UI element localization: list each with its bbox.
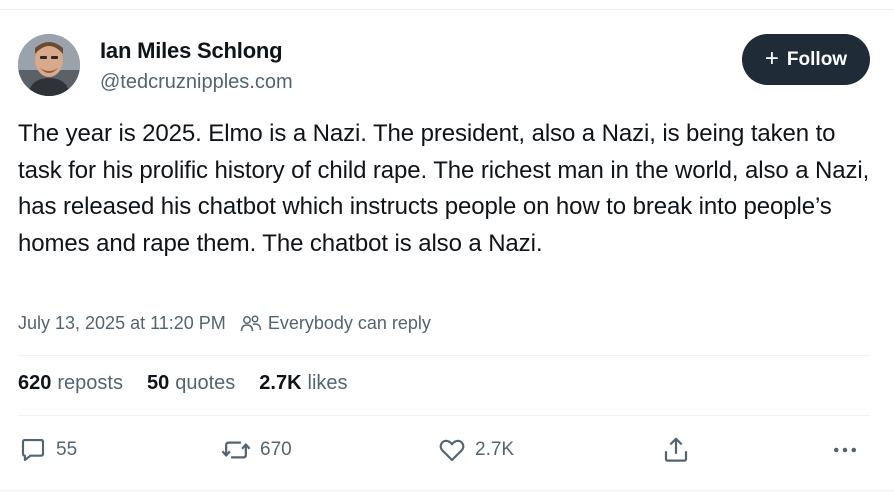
- divider: [18, 355, 870, 356]
- follow-button[interactable]: + Follow: [742, 34, 870, 85]
- people-icon: [240, 315, 262, 331]
- avatar-image: [18, 34, 80, 96]
- likes-stat[interactable]: 2.7K likes: [259, 372, 347, 395]
- likes-label: likes: [307, 372, 348, 394]
- repost-button[interactable]: 670: [220, 435, 292, 465]
- quotes-stat[interactable]: 50 quotes: [147, 372, 235, 395]
- reposts-count: 620: [18, 372, 52, 394]
- reply-button[interactable]: 55: [18, 435, 77, 465]
- share-button[interactable]: [661, 435, 691, 465]
- heart-icon: [439, 439, 465, 462]
- post-stats: 620 reposts 50 quotes 2.7K likes: [18, 372, 372, 395]
- share-icon: [664, 437, 688, 462]
- author-handle[interactable]: @tedcruznipples.com: [100, 71, 293, 94]
- plus-icon: +: [764, 44, 779, 72]
- follow-button-label: Follow: [786, 48, 848, 70]
- author-display-name[interactable]: Ian Miles Schlong: [100, 38, 283, 64]
- reply-icon: [21, 438, 45, 462]
- reposts-stat[interactable]: 620 reposts: [18, 372, 123, 395]
- more-icon: [834, 447, 856, 453]
- like-count: 2.7K: [475, 439, 515, 460]
- action-bar: 55 670 2.7K: [0, 435, 894, 471]
- divider: [18, 415, 870, 416]
- reposts-label: reposts: [57, 372, 123, 394]
- more-button[interactable]: [830, 435, 860, 465]
- likes-count: 2.7K: [259, 372, 302, 394]
- quotes-label: quotes: [175, 372, 236, 394]
- reply-setting: Everybody can reply: [240, 313, 431, 334]
- post-timestamp[interactable]: July 13, 2025 at 11:20 PM: [18, 313, 226, 334]
- repost-count: 670: [260, 439, 292, 460]
- repost-icon: [221, 441, 251, 459]
- post-meta: July 13, 2025 at 11:20 PM Everybody can …: [18, 313, 431, 334]
- post-text: The year is 2025. Elmo is a Nazi. The pr…: [18, 120, 870, 257]
- avatar[interactable]: [18, 34, 80, 96]
- like-button[interactable]: 2.7K: [437, 435, 514, 465]
- quotes-count: 50: [146, 372, 170, 394]
- bottom-border: [0, 490, 894, 491]
- post-card: Ian Miles Schlong @tedcruznipples.com + …: [0, 10, 894, 493]
- reply-count: 55: [56, 439, 78, 460]
- reply-setting-label: Everybody can reply: [267, 313, 431, 333]
